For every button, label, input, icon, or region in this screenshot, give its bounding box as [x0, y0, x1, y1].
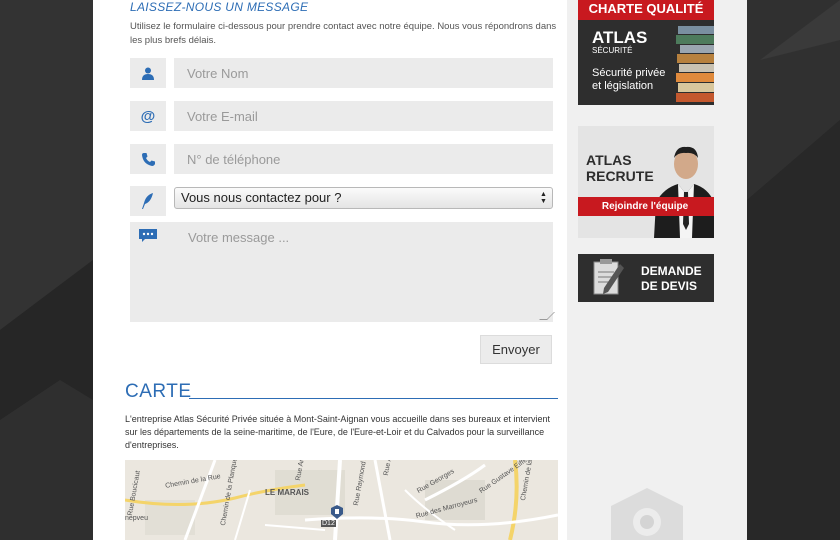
message-textarea[interactable]: Votre message ... [130, 222, 555, 322]
resize-handle[interactable] [539, 312, 555, 320]
charte-brand: ATLAS [592, 28, 648, 47]
phone-field[interactable] [174, 144, 553, 174]
email-field[interactable] [174, 101, 553, 131]
watermark-logo-icon [611, 488, 683, 540]
map-section-text: L'entreprise Atlas Sécurité Privée situé… [125, 414, 550, 450]
name-field[interactable] [174, 58, 553, 88]
demande-devis-banner[interactable]: DEMANDE DE DEVIS [578, 254, 714, 302]
at-sign-icon: @ [130, 101, 166, 131]
main-content: LAISSEZ-NOUS UN MESSAGE Utilisez le form… [93, 0, 567, 540]
message-placeholder: Votre message ... [188, 230, 290, 245]
speech-bubble-icon [130, 222, 166, 250]
location-map[interactable]: Chemin de la Rue LE MARAIS Rue André Sok… [125, 460, 558, 540]
form-intro: Utilisez le formulaire ci-dessous pour p… [130, 21, 557, 46]
contact-reason-select[interactable]: Vous nous contactez pour ? ▲ ▼ [174, 187, 553, 209]
map-roads [125, 460, 558, 540]
phone-icon [130, 144, 166, 174]
form-title: LAISSEZ-NOUS UN MESSAGE [130, 0, 309, 14]
charte-qualite-header[interactable]: CHARTE QUALITÉ [578, 0, 714, 20]
charte-line1: Sécurité privée [592, 67, 666, 79]
join-team-button[interactable]: Rejoindre l'équipe [578, 197, 714, 216]
map-pin-icon[interactable] [331, 505, 343, 519]
person-icon [130, 58, 166, 88]
devis-line1: DEMANDE [641, 264, 702, 278]
clipboard-icon [593, 259, 624, 295]
map-road-badge: D12 [321, 520, 336, 527]
contact-reason-value: Vous nous contactez pour ? [181, 190, 342, 205]
recrute-line2: RECRUTE [586, 168, 654, 184]
map-section-title: CARTE [125, 381, 192, 402]
feather-icon [130, 186, 166, 216]
devis-line2: DE DEVIS [641, 279, 698, 293]
recruiter-photo [654, 146, 714, 238]
charte-qualite-banner[interactable]: ATLAS SÉCURITÉ Sécurité privée et législ… [578, 20, 714, 105]
send-button[interactable]: Envoyer [480, 335, 552, 364]
recrute-line1: ATLAS [586, 152, 632, 168]
select-arrows-icon: ▲ ▼ [540, 191, 547, 205]
map-label: LE MARAIS [265, 488, 309, 497]
section-divider [189, 398, 558, 399]
charte-brand-sub: SÉCURITÉ [592, 46, 633, 55]
sidebar: CHARTE QUALITÉ ATLAS SÉCURITÉ Sécurité p… [567, 0, 747, 540]
atlas-recrute-banner[interactable]: ATLAS RECRUTE Rejoindre l'équipe [578, 126, 714, 238]
charte-line2: et législation [592, 80, 654, 92]
books-icon [676, 26, 714, 102]
map-label: nepveu [125, 515, 148, 522]
